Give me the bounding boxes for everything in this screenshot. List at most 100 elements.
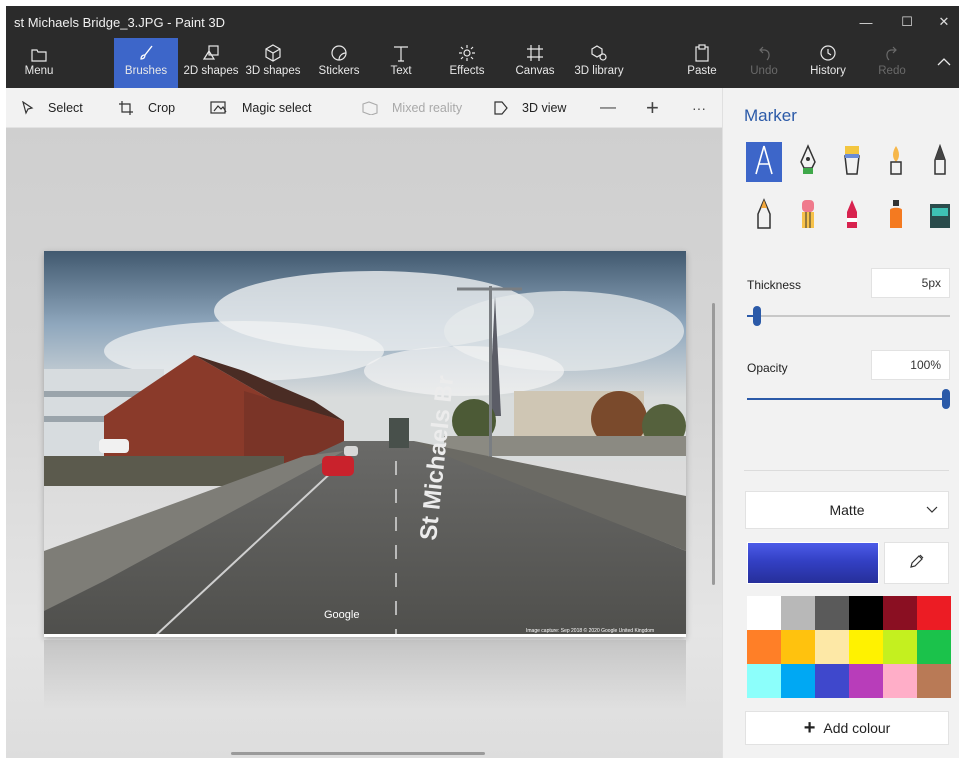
zoom-in-button[interactable]: + bbox=[646, 88, 659, 128]
current-color-swatch[interactable] bbox=[747, 542, 879, 584]
color-swatch[interactable] bbox=[883, 664, 917, 698]
paint3d-window: st Michaels Bridge_3.JPG - Paint 3D — ☐ … bbox=[6, 6, 959, 758]
opacity-slider[interactable] bbox=[747, 398, 950, 400]
paste-icon bbox=[694, 38, 710, 62]
finish-value: Matte bbox=[829, 502, 865, 518]
tab-3d-library[interactable]: 3D library bbox=[566, 38, 632, 88]
panel-divider bbox=[744, 470, 949, 471]
3d-view-label: 3D view bbox=[522, 101, 567, 115]
image-credit: Image capture: Sep 2018 © 2020 Google Un… bbox=[526, 627, 654, 634]
color-swatch[interactable] bbox=[815, 596, 849, 630]
color-swatch[interactable] bbox=[883, 630, 917, 664]
effects-icon bbox=[458, 38, 476, 62]
3d-view-icon bbox=[494, 101, 508, 115]
brush-icon bbox=[137, 38, 155, 62]
fill-button[interactable] bbox=[922, 196, 958, 236]
google-watermark: Google bbox=[324, 609, 359, 621]
watercolor-icon bbox=[886, 144, 906, 181]
redo-icon bbox=[884, 38, 900, 62]
eraser-button[interactable] bbox=[790, 196, 826, 236]
history-button[interactable]: History bbox=[800, 38, 856, 88]
canvas-area[interactable]: St Michaels Br Google Image capture: Sep… bbox=[6, 128, 722, 758]
crayon-button[interactable] bbox=[834, 196, 870, 236]
color-swatch[interactable] bbox=[917, 630, 951, 664]
3d-view-button[interactable]: 3D view bbox=[494, 88, 566, 128]
zoom-out-button[interactable]: — bbox=[600, 88, 616, 128]
canvas-image[interactable]: St Michaels Br Google Image capture: Sep… bbox=[44, 251, 686, 637]
tab-stickers[interactable]: Stickers bbox=[310, 38, 368, 88]
thickness-slider[interactable] bbox=[747, 315, 950, 317]
chevron-up-icon bbox=[937, 57, 951, 69]
text-label: Text bbox=[390, 65, 412, 77]
eyedropper-button[interactable] bbox=[884, 542, 949, 584]
finish-dropdown[interactable]: Matte bbox=[745, 491, 949, 529]
watercolor-brush-button[interactable] bbox=[878, 142, 914, 182]
magic-select-button[interactable]: Magic select bbox=[210, 88, 311, 128]
redo-button[interactable]: Redo bbox=[868, 38, 916, 88]
color-swatch[interactable] bbox=[747, 664, 781, 698]
color-swatch[interactable] bbox=[917, 596, 951, 630]
pixel-pen-button[interactable] bbox=[922, 142, 958, 182]
color-swatch[interactable] bbox=[747, 596, 781, 630]
mixed-reality-button[interactable]: Mixed reality bbox=[362, 88, 462, 128]
color-swatch[interactable] bbox=[849, 630, 883, 664]
color-swatch[interactable] bbox=[883, 596, 917, 630]
tab-brushes[interactable]: Brushes bbox=[114, 38, 178, 88]
command-bar: Select Crop Magic select Mixed reality 3… bbox=[6, 88, 722, 128]
tab-text[interactable]: Text bbox=[376, 38, 426, 88]
2d-shapes-label: 2D shapes bbox=[183, 65, 239, 77]
panel-title: Marker bbox=[744, 106, 797, 125]
mixed-reality-icon bbox=[362, 101, 378, 115]
vertical-scrollbar[interactable] bbox=[712, 303, 715, 585]
minimize-button[interactable]: — bbox=[843, 6, 889, 38]
color-swatch[interactable] bbox=[849, 596, 883, 630]
paste-label: Paste bbox=[687, 65, 717, 77]
pencil-icon bbox=[754, 197, 774, 235]
opacity-slider-thumb[interactable] bbox=[942, 389, 950, 409]
spray-can-icon bbox=[886, 198, 906, 235]
crop-label: Crop bbox=[148, 101, 176, 115]
select-button[interactable]: Select bbox=[22, 88, 83, 128]
3d-library-label: 3D library bbox=[574, 65, 624, 77]
more-options-button[interactable]: ··· bbox=[692, 88, 706, 128]
2d-shapes-icon bbox=[202, 38, 220, 62]
thickness-slider-thumb[interactable] bbox=[753, 306, 761, 326]
color-swatch[interactable] bbox=[781, 596, 815, 630]
close-button[interactable]: ✕ bbox=[921, 6, 959, 38]
color-swatch[interactable] bbox=[815, 630, 849, 664]
tab-effects[interactable]: Effects bbox=[438, 38, 496, 88]
crayon-icon bbox=[842, 198, 862, 235]
spray-can-button[interactable] bbox=[878, 196, 914, 236]
calligraphy-pen-button[interactable] bbox=[790, 142, 826, 182]
pixel-pen-icon bbox=[930, 143, 950, 181]
pencil-button[interactable] bbox=[746, 196, 782, 236]
color-swatch[interactable] bbox=[781, 630, 815, 664]
collapse-ribbon-button[interactable] bbox=[930, 38, 958, 88]
opacity-input[interactable]: 100% bbox=[871, 350, 950, 380]
history-icon bbox=[819, 38, 837, 62]
magic-select-icon bbox=[210, 101, 228, 115]
history-label: History bbox=[810, 65, 846, 77]
crop-button[interactable]: Crop bbox=[118, 88, 175, 128]
color-swatch[interactable] bbox=[815, 664, 849, 698]
oil-brush-button[interactable] bbox=[834, 142, 870, 182]
brushes-panel: Marker Thickness 5px Opacity 100% Matte … bbox=[722, 88, 959, 758]
canvas-label: Canvas bbox=[515, 65, 555, 77]
menu-button[interactable]: Menu bbox=[8, 38, 70, 88]
paste-button[interactable]: Paste bbox=[676, 38, 728, 88]
chevron-down-icon bbox=[926, 502, 938, 518]
color-swatch[interactable] bbox=[781, 664, 815, 698]
color-swatch[interactable] bbox=[747, 630, 781, 664]
horizontal-scrollbar[interactable] bbox=[231, 752, 485, 755]
undo-button[interactable]: Undo bbox=[740, 38, 788, 88]
marker-brush-button[interactable] bbox=[746, 142, 782, 182]
tab-canvas[interactable]: Canvas bbox=[506, 38, 564, 88]
tab-2d-shapes[interactable]: 2D shapes bbox=[182, 38, 240, 88]
thickness-input[interactable]: 5px bbox=[871, 268, 950, 298]
tab-3d-shapes[interactable]: 3D shapes bbox=[244, 38, 302, 88]
cursor-arrow-icon bbox=[22, 101, 34, 115]
color-swatch[interactable] bbox=[849, 664, 883, 698]
add-colour-button[interactable]: + Add colour bbox=[745, 711, 949, 745]
3d-shapes-label: 3D shapes bbox=[245, 65, 301, 77]
color-swatch[interactable] bbox=[917, 664, 951, 698]
